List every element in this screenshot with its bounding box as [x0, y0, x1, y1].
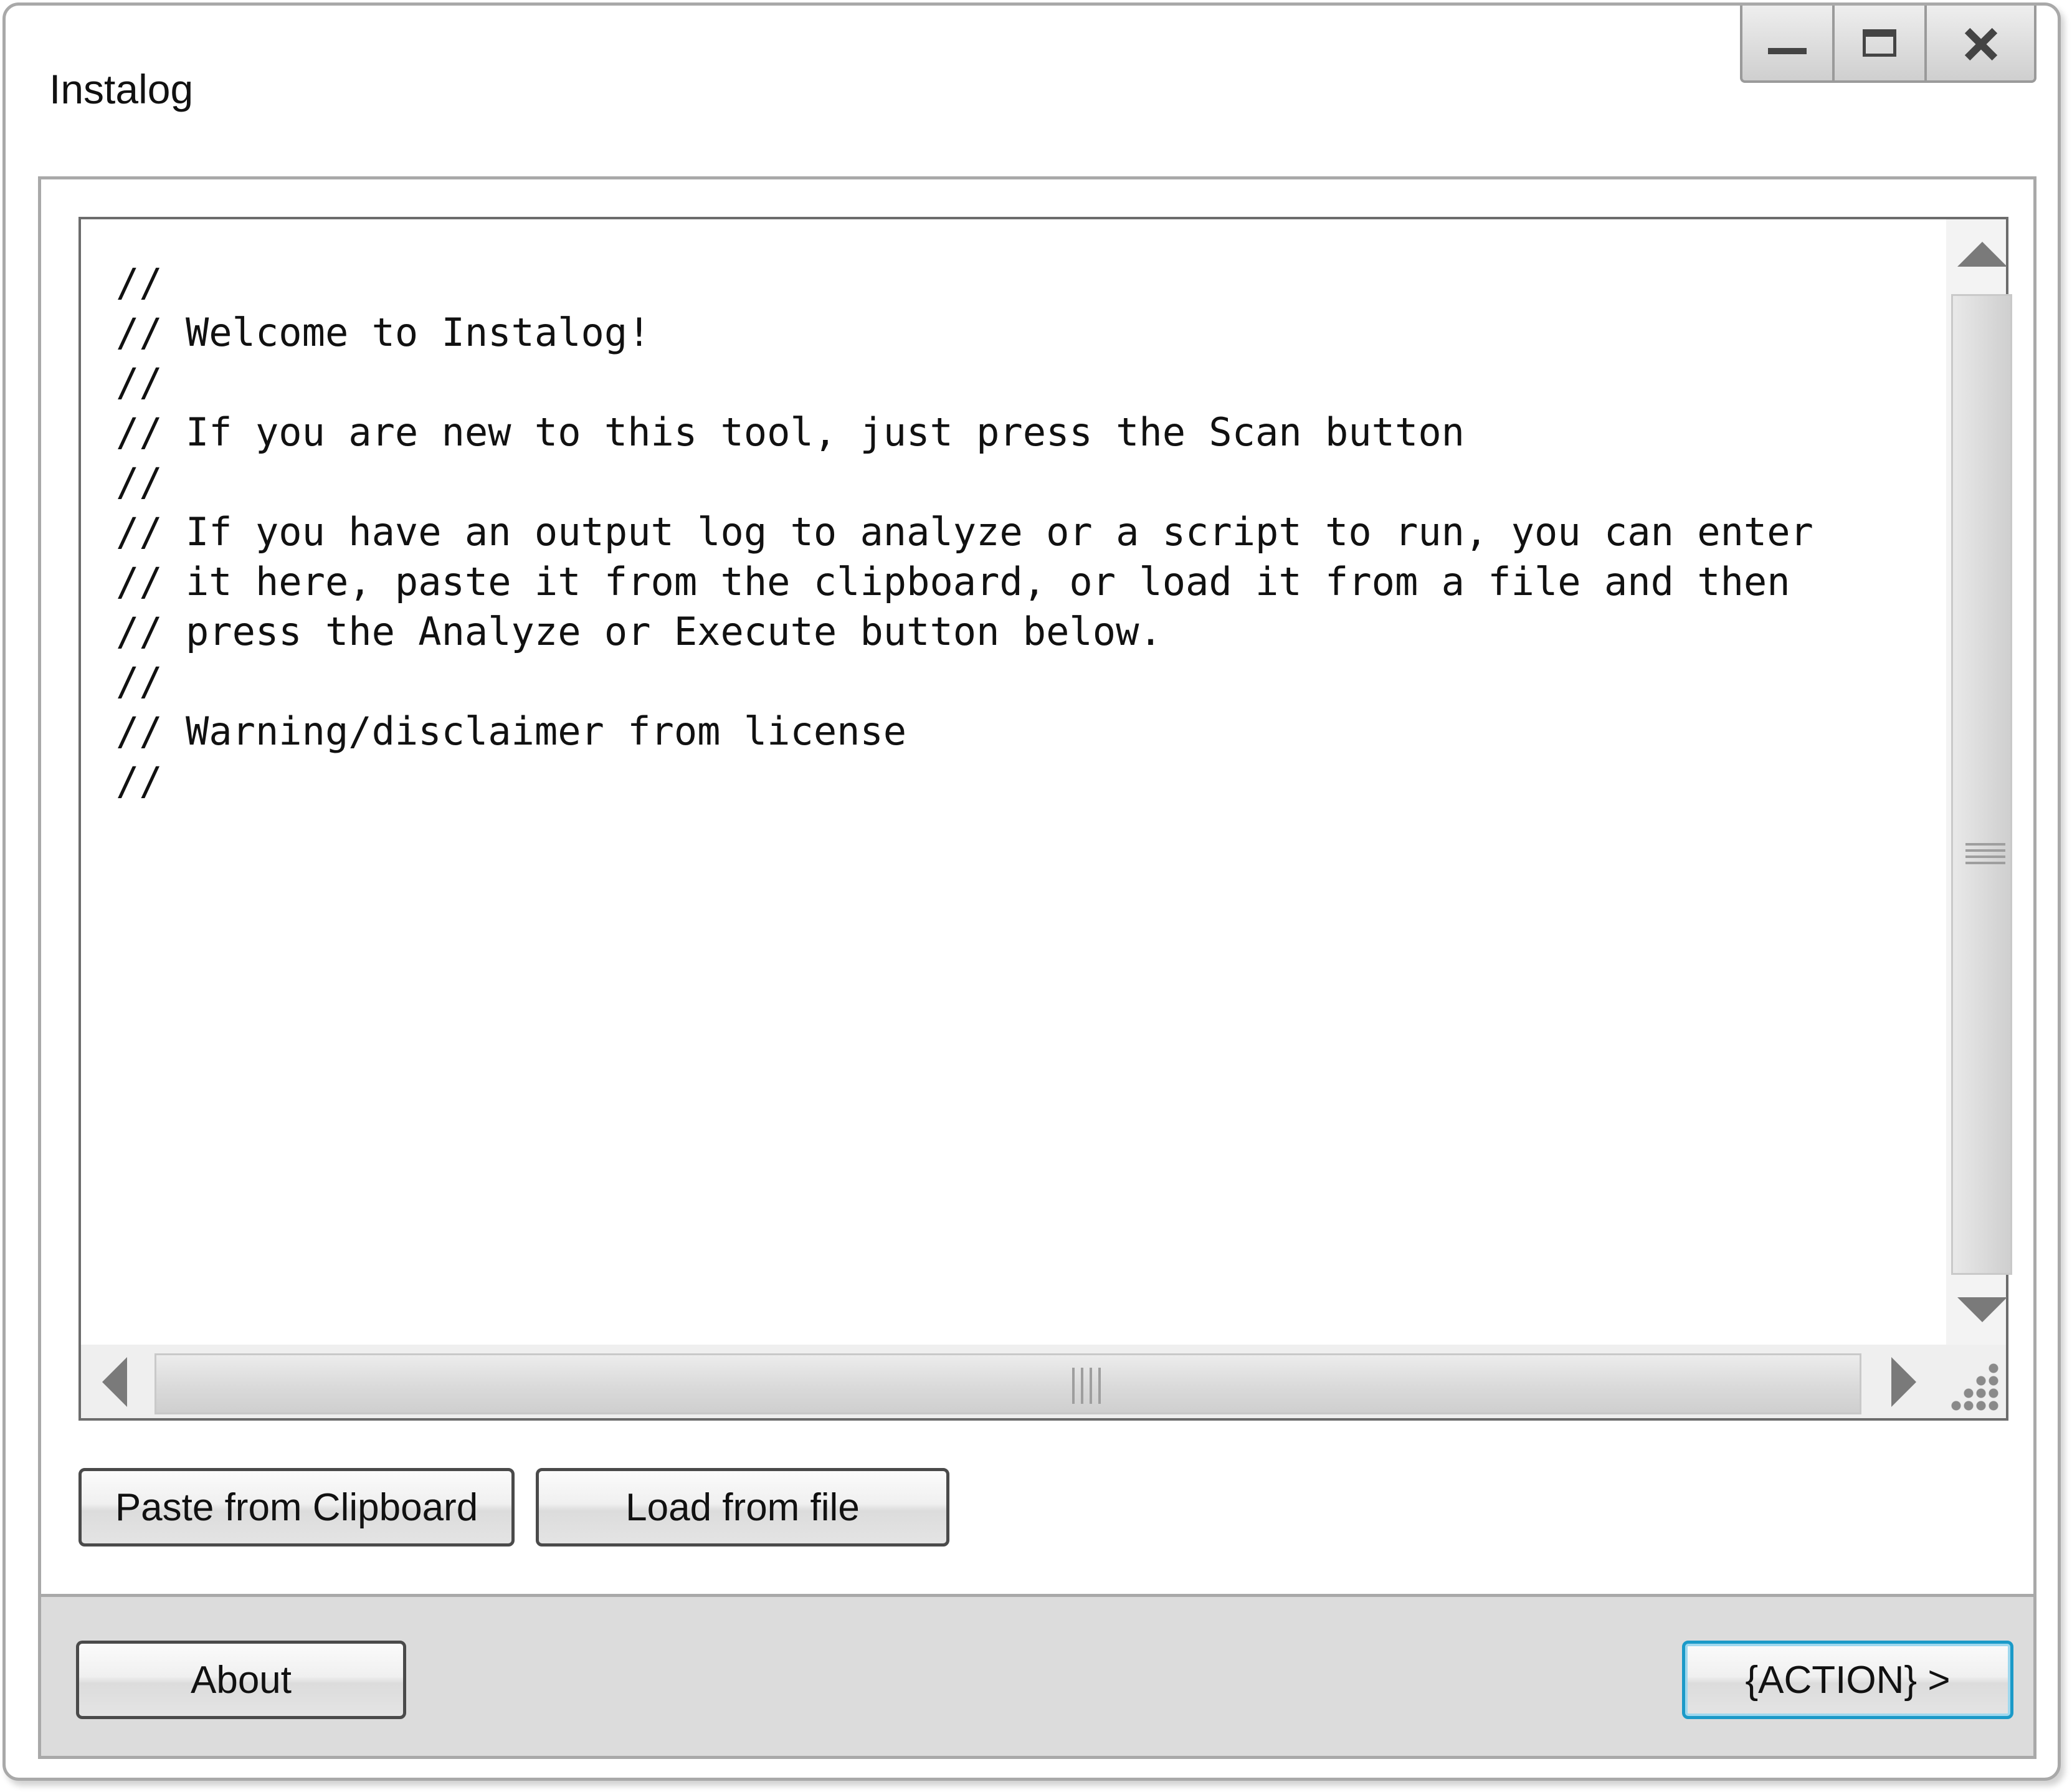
close-button[interactable] [1927, 6, 2035, 80]
app-window: Instalog // // Welcome to Instalog! // /… [2, 2, 2061, 1781]
scroll-right-arrow-icon[interactable] [1891, 1357, 1916, 1407]
about-button[interactable]: About [76, 1641, 406, 1719]
horizontal-scrollbar[interactable] [81, 1345, 1946, 1418]
maximize-icon [1862, 29, 1896, 57]
maximize-button[interactable] [1835, 6, 1927, 80]
caption-buttons [1740, 6, 2036, 83]
content-panel: // // Welcome to Instalog! // // If you … [38, 176, 2036, 1759]
horizontal-scroll-thumb[interactable] [154, 1353, 1861, 1414]
load-from-file-button[interactable]: Load from file [536, 1468, 949, 1547]
window-title: Instalog [49, 66, 194, 112]
grip-icon [1072, 1368, 1107, 1404]
vertical-scrollbar[interactable] [1946, 219, 2012, 1345]
minimize-button[interactable] [1742, 6, 1835, 80]
vertical-scroll-thumb[interactable] [1951, 294, 2012, 1275]
action-button[interactable]: {ACTION} > [1682, 1641, 2013, 1719]
scroll-up-arrow-icon[interactable] [1957, 242, 2007, 267]
scroll-down-arrow-icon[interactable] [1957, 1297, 2007, 1322]
grip-icon [1965, 843, 2005, 864]
minimize-icon [1767, 48, 1807, 54]
script-textarea[interactable]: // // Welcome to Instalog! // // If you … [116, 258, 1922, 1317]
resize-grip-icon[interactable] [1950, 1362, 2000, 1412]
scroll-corner [1946, 1345, 2006, 1418]
script-editor: // // Welcome to Instalog! // // If you … [78, 217, 2012, 1421]
footer-bar: About {ACTION} > [41, 1594, 2033, 1756]
scroll-left-arrow-icon[interactable] [102, 1357, 127, 1407]
paste-from-clipboard-button[interactable]: Paste from Clipboard [78, 1468, 515, 1547]
